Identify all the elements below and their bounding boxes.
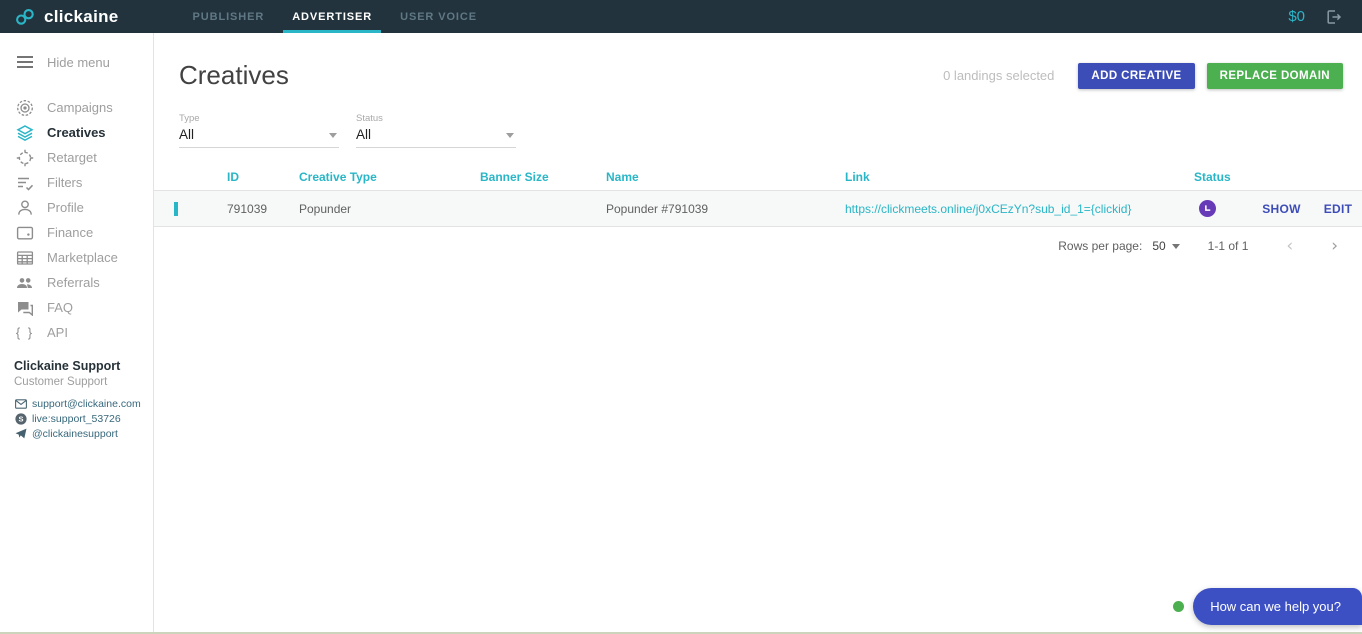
sidebar-item-creatives[interactable]: Creatives bbox=[0, 120, 153, 145]
col-header-link: Link bbox=[845, 169, 870, 184]
balance-amount[interactable]: $0 bbox=[1288, 8, 1305, 25]
creatives-table: ID Creative Type Banner Size Name Link S… bbox=[154, 163, 1362, 265]
sidebar-item-filters[interactable]: Filters bbox=[0, 170, 153, 195]
campaigns-target-icon bbox=[15, 98, 35, 118]
chevron-down-icon bbox=[1171, 243, 1180, 249]
skype-icon: S bbox=[14, 412, 27, 425]
add-creative-button[interactable]: ADD CREATIVE bbox=[1078, 62, 1195, 89]
sidebar-item-faq[interactable]: FAQ bbox=[0, 295, 153, 320]
support-subtitle: Customer Support bbox=[14, 376, 108, 388]
sidebar-item-api[interactable]: { } API bbox=[0, 320, 153, 345]
brand-logo: clickaine bbox=[14, 0, 119, 33]
sidebar-item-referrals[interactable]: Referrals bbox=[0, 270, 153, 295]
sidebar: Hide menu Campaigns Creatives Retarget F… bbox=[0, 33, 154, 632]
col-header-name: Name bbox=[606, 169, 639, 184]
landings-selected-text: 0 landings selected bbox=[943, 68, 1055, 83]
cell-creative-type: Popunder bbox=[299, 201, 352, 216]
sidebar-item-profile[interactable]: Profile bbox=[0, 195, 153, 220]
retarget-crosshair-icon bbox=[15, 148, 35, 168]
top-navigation: PUBLISHER ADVERTISER USER VOICE bbox=[179, 0, 491, 33]
brand-name: clickaine bbox=[44, 6, 119, 26]
api-braces-icon: { } bbox=[15, 325, 35, 340]
sidebar-item-marketplace[interactable]: Marketplace bbox=[0, 245, 153, 270]
col-header-id: ID bbox=[227, 169, 239, 184]
chat-help-button[interactable]: How can we help you? bbox=[1193, 588, 1362, 625]
row-checkbox[interactable] bbox=[174, 201, 178, 216]
next-page-icon[interactable]: › bbox=[1331, 237, 1338, 255]
svg-text:S: S bbox=[18, 414, 23, 423]
status-filter-value: All bbox=[356, 127, 372, 142]
col-header-creative-type: Creative Type bbox=[299, 169, 377, 184]
pagination-bar: Rows per page: 50 1-1 of 1 ‹ › bbox=[154, 227, 1362, 265]
status-filter-select[interactable]: Status All bbox=[356, 113, 516, 148]
marketplace-grid-icon bbox=[15, 248, 35, 268]
support-title: Clickaine Support bbox=[14, 359, 121, 373]
profile-person-icon bbox=[15, 198, 35, 218]
chevron-down-icon bbox=[506, 133, 514, 138]
status-pending-badge bbox=[1199, 200, 1216, 217]
filters-icon bbox=[15, 173, 35, 193]
nav-publisher[interactable]: PUBLISHER bbox=[184, 0, 274, 33]
col-header-status: Status bbox=[1194, 169, 1231, 184]
sidebar-item-campaigns[interactable]: Campaigns bbox=[0, 95, 153, 120]
edit-button[interactable]: EDIT bbox=[1314, 202, 1362, 216]
chat-widget: How can we help you? bbox=[1173, 588, 1362, 625]
finance-wallet-icon bbox=[15, 223, 35, 243]
support-telegram-link[interactable]: @clickainesupport bbox=[14, 426, 153, 441]
col-header-banner-size: Banner Size bbox=[480, 169, 549, 184]
telegram-plane-icon bbox=[14, 427, 27, 440]
hamburger-icon bbox=[15, 52, 35, 72]
faq-chat-icon bbox=[15, 298, 35, 318]
support-skype-link[interactable]: S live:support_53726 bbox=[14, 411, 153, 426]
type-filter-select[interactable]: Type All bbox=[179, 113, 339, 148]
email-envelope-icon bbox=[14, 397, 27, 410]
main-content: Creatives 0 landings selected ADD CREATI… bbox=[154, 33, 1362, 632]
sidebar-item-finance[interactable]: Finance bbox=[0, 220, 153, 245]
table-header-row: ID Creative Type Banner Size Name Link S… bbox=[154, 163, 1362, 190]
clickaine-logo-icon bbox=[14, 6, 36, 28]
creative-link[interactable]: https://clickmeets.online/j0xCEzYn?sub_i… bbox=[845, 202, 1132, 216]
online-status-dot bbox=[1173, 601, 1185, 612]
previous-page-icon[interactable]: ‹ bbox=[1286, 237, 1293, 255]
nav-user-voice[interactable]: USER VOICE bbox=[391, 0, 486, 33]
sidebar-item-retarget[interactable]: Retarget bbox=[0, 145, 153, 170]
cell-id: 791039 bbox=[227, 201, 268, 216]
rows-per-page-label: Rows per page: bbox=[1058, 239, 1143, 253]
page-title: Creatives bbox=[179, 60, 289, 90]
support-email-link[interactable]: support@clickaine.com bbox=[14, 396, 153, 411]
type-filter-value: All bbox=[179, 127, 195, 142]
pagination-range: 1-1 of 1 bbox=[1207, 239, 1249, 253]
cell-name: Popunder #791039 bbox=[606, 201, 709, 216]
filter-bar: Type All Status All bbox=[179, 113, 1362, 148]
topbar: clickaine PUBLISHER ADVERTISER USER VOIC… bbox=[0, 0, 1362, 33]
replace-domain-button[interactable]: REPLACE DOMAIN bbox=[1206, 62, 1343, 89]
chevron-down-icon bbox=[329, 133, 337, 138]
table-row: 791039 Popunder Popunder #791039 https:/… bbox=[154, 190, 1362, 227]
creatives-layers-icon bbox=[15, 123, 35, 143]
rows-per-page-select[interactable]: 50 bbox=[1152, 239, 1180, 253]
referrals-people-icon bbox=[15, 273, 35, 293]
nav-advertiser[interactable]: ADVERTISER bbox=[283, 0, 382, 33]
support-block: Clickaine Support Customer Support suppo… bbox=[0, 345, 153, 441]
logout-icon[interactable] bbox=[1325, 9, 1342, 25]
show-button[interactable]: SHOW bbox=[1249, 202, 1314, 216]
hide-menu-button[interactable]: Hide menu bbox=[0, 47, 153, 77]
